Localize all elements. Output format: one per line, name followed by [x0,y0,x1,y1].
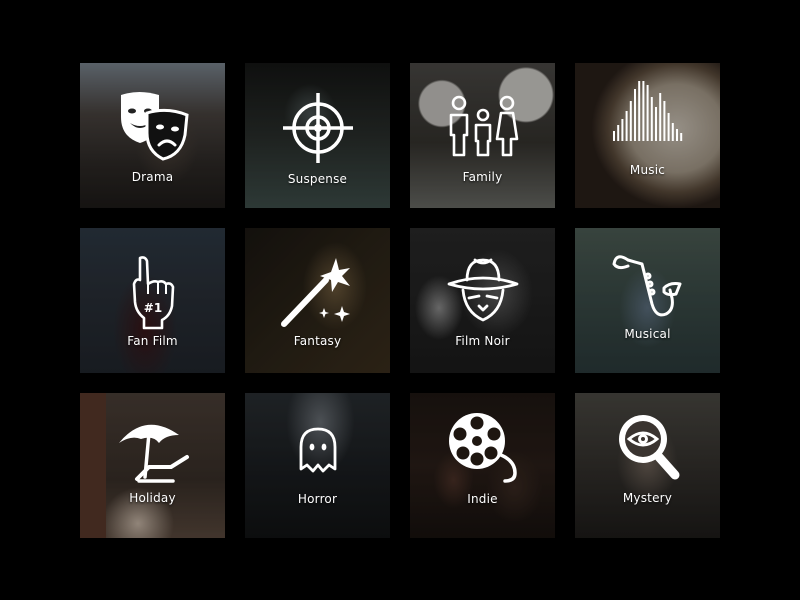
genre-tile-indie[interactable]: Indie [410,393,555,538]
magic-wand-icon [278,254,358,330]
magnifying-glass-eye-icon [611,411,685,485]
genre-label: Suspense [287,172,348,186]
genre-label: Fantasy [293,334,342,348]
genre-label: Family [462,170,503,184]
detective-hat-icon [445,254,521,326]
family-icon [447,95,519,159]
theater-masks-icon [115,87,191,163]
genre-label: Drama [131,170,174,184]
genre-tile-musical[interactable]: Musical [575,228,720,373]
foam-finger-text: #1 [143,301,161,315]
genre-tile-film-noir[interactable]: Film Noir [410,228,555,373]
genre-tile-fantasy[interactable]: Fantasy [245,228,390,373]
genre-label: Fan Film [127,334,178,348]
film-reel-icon [443,409,523,485]
sound-wave-icon [610,81,686,157]
genre-label: Musical [624,327,671,341]
ghost-icon [295,425,341,475]
genre-tile-horror[interactable]: Horror [245,393,390,538]
genre-tile-music[interactable]: Music [575,63,720,208]
genre-tile-family[interactable]: Family [410,63,555,208]
genre-tile-suspense[interactable]: Suspense [245,63,390,208]
genre-label: Horror [297,492,338,506]
genre-label: Music [629,163,666,177]
genre-label: Indie [467,492,498,506]
genre-tile-mystery[interactable]: Mystery [575,393,720,538]
genre-grid: Drama Suspense Family Music #1 Fan Film … [0,0,800,600]
genre-label: Mystery [622,491,673,505]
foam-finger-icon: #1 [130,254,176,330]
genre-tile-drama[interactable]: Drama [80,63,225,208]
genre-label: Holiday [129,491,176,505]
beach-umbrella-icon [115,413,191,487]
crosshair-icon [281,91,355,165]
genre-label: Film Noir [455,334,510,348]
genre-tile-fan-film[interactable]: #1 Fan Film [80,228,225,373]
genre-tile-holiday[interactable]: Holiday [80,393,225,538]
saxophone-icon [608,246,688,326]
